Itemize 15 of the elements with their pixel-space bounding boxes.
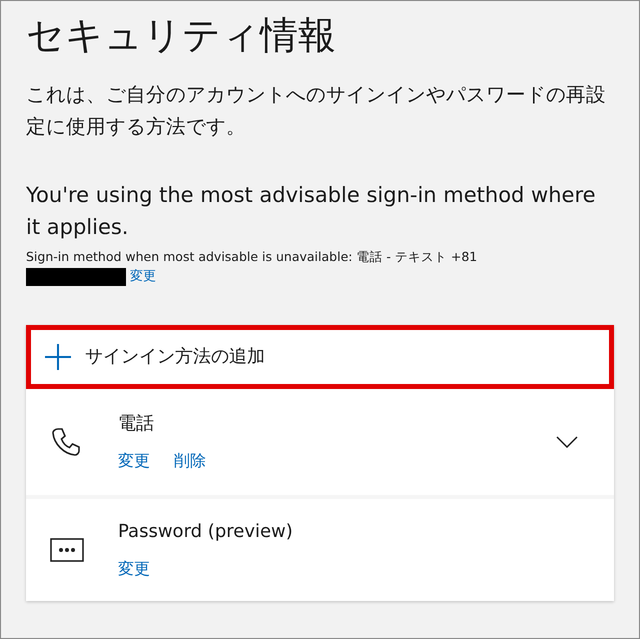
description-text: これは、ご自分のアカウントへのサインインやパスワードの再設定に使用する方法です。: [26, 82, 606, 140]
method-action-link[interactable]: 削除: [174, 448, 206, 472]
chevron-down-icon[interactable]: [556, 436, 578, 448]
method-name: 電話: [118, 412, 155, 436]
fallback-text: Sign-in method when most advisable is unavailable: 電話 - テキスト +81: [26, 248, 478, 266]
phone-icon: [50, 426, 82, 458]
password-icon: [50, 538, 84, 562]
add-method-button[interactable]: サインイン方法の追加: [26, 324, 614, 388]
method-name: Password (preview): [118, 520, 294, 544]
page-title: セキュリティ情報: [26, 12, 337, 59]
advisory-heading: You're using the most advisable sign-in method where it applies.: [26, 182, 597, 241]
method-action-link[interactable]: 変更: [118, 448, 150, 472]
change-link[interactable]: 変更: [130, 267, 156, 286]
method-action-link[interactable]: 変更: [118, 556, 150, 580]
plus-icon: [45, 344, 71, 370]
